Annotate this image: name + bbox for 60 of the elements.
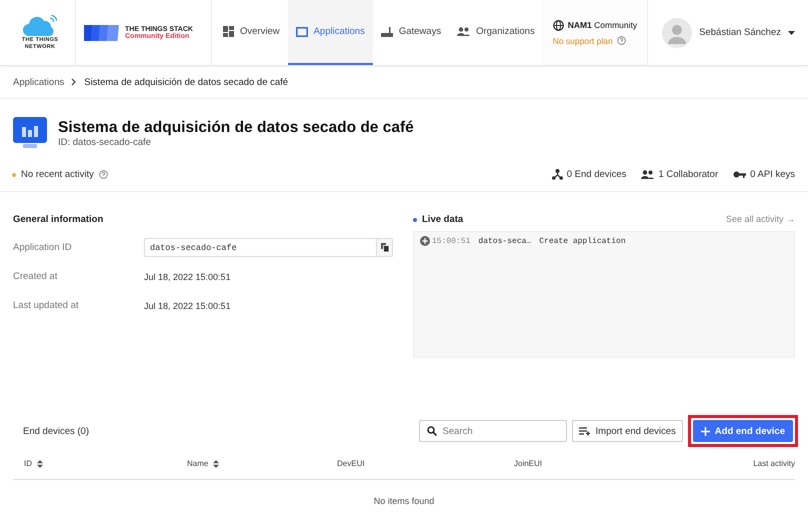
help-icon[interactable] [616,36,626,45]
add-device-button[interactable]: Add end device [692,420,793,442]
column-header: Last activity [753,459,795,468]
nav-tab[interactable]: Overview [215,0,288,65]
see-all-link[interactable]: See all activity → [726,214,795,233]
breadcrumb-item[interactable]: Applications [13,76,64,88]
people-icon [457,27,470,36]
sort-icon [37,460,43,468]
import-button[interactable]: Import end devices [572,420,683,442]
help-icon[interactable] [98,170,108,179]
copy-icon [380,243,388,252]
copy-button[interactable] [376,239,392,256]
support-plan-text: No support plan [552,36,613,46]
people-icon [641,170,654,179]
user-name[interactable]: Sebástian Sánchez [699,27,782,38]
id-field[interactable]: datos-secado-cafe [144,238,393,257]
caret-icon[interactable] [788,30,796,34]
list-add-icon [578,426,591,436]
stat-link[interactable]: 1 Collaborator [641,169,718,180]
avatar-icon[interactable] [662,18,692,48]
section-title: Live data [422,214,464,225]
stat-link[interactable]: 0 API keys [733,169,795,180]
column-header: JoinEUI [514,459,542,468]
application-icon [13,117,47,149]
field-label: Created at [13,271,58,282]
field-value: Jul 18, 2022 15:00:51 [144,300,231,310]
column-header: DevEUI [337,459,365,468]
network-name: NAM1 Community [568,20,638,30]
nav-tab[interactable]: Gateways [372,0,450,65]
nav-tab[interactable]: Applications [288,0,373,65]
field-value: Jul 18, 2022 15:00:51 [144,272,231,282]
column-header[interactable]: ID [24,459,43,468]
section-title: General information [13,214,104,225]
table-title: End devices (0) [23,426,90,436]
column-header[interactable]: Name [187,459,220,468]
live-dot-icon [413,218,417,222]
window-icon [296,26,308,36]
search-field[interactable]: Search [418,420,567,442]
field-label: Last updated at [13,300,80,311]
cards-icon [84,24,120,42]
nav-tab[interactable]: Organizations [449,0,543,65]
status-dot-icon [12,172,16,176]
application-id: ID: datos-secado-cafe [58,137,151,148]
application-title: Sistema de adquisición de datos secado de café [58,119,414,137]
globe-icon [552,20,564,30]
chevron-icon [71,78,78,86]
field-label: Application ID [13,242,73,253]
nodes-icon [552,169,563,180]
router-icon [380,26,393,36]
sort-icon [213,460,220,468]
plus-icon [700,426,710,436]
plus-circle-icon [420,236,430,246]
empty-message: No items found [374,496,434,506]
event-row[interactable]: 15:00:51 datos-seca… Create application [420,236,788,246]
stat-link[interactable]: 0 End devices [552,169,626,180]
key-icon [733,171,746,178]
cloud-icon [23,14,57,37]
activity-status: No recent activity [21,169,94,180]
dashboard-icon [223,26,234,37]
breadcrumb-item[interactable]: Sistema de adquisición de datos secado de café [84,76,288,88]
